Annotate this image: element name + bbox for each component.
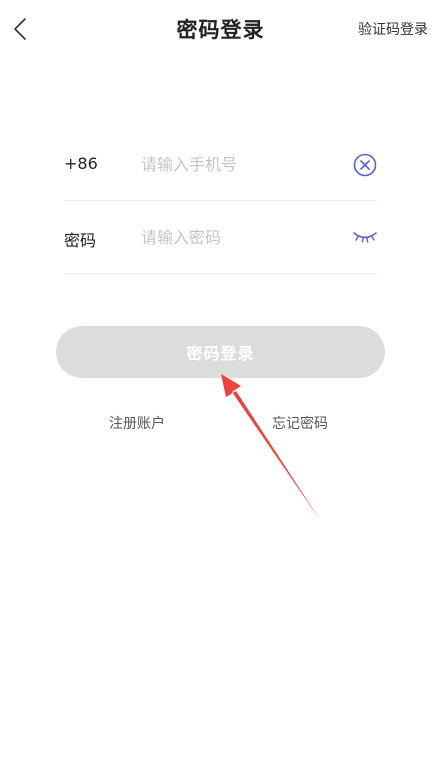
login-page: 密码登录 验证码登录 +86 密码 密码登录 注册账户 — [0, 0, 441, 772]
phone-row: +86 — [64, 127, 377, 201]
password-label: 密码 — [64, 231, 97, 250]
password-input[interactable] — [141, 224, 341, 250]
register-account-link[interactable]: 注册账户 — [109, 413, 165, 433]
clear-circle-x-icon — [353, 153, 377, 177]
chevron-left-icon — [14, 18, 26, 40]
country-code[interactable]: +86 — [64, 154, 98, 173]
toggle-password-visibility-button[interactable] — [353, 230, 377, 246]
back-button[interactable] — [8, 14, 32, 44]
verification-code-login-link[interactable]: 验证码登录 — [358, 19, 428, 39]
password-row: 密码 — [64, 200, 377, 274]
eye-closed-icon — [353, 232, 377, 243]
clear-phone-button[interactable] — [353, 153, 377, 177]
annotation-arrow-icon — [221, 374, 320, 520]
phone-input[interactable] — [141, 151, 341, 177]
forgot-password-link[interactable]: 忘记密码 — [272, 413, 328, 433]
password-login-button[interactable]: 密码登录 — [56, 326, 385, 378]
